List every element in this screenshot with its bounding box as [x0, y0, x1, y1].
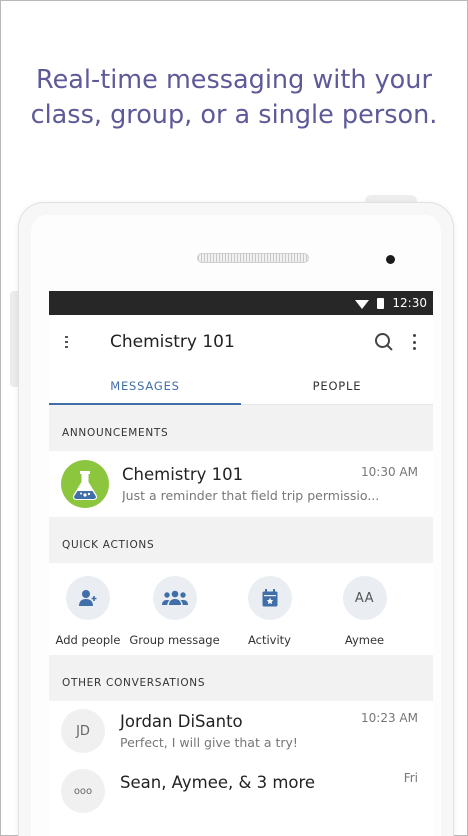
marketing-headline: Real-time messaging with your class, gro…	[1, 63, 467, 133]
conversation-name: Sean, Aymee, & 3 more	[120, 773, 316, 792]
conversation-time: 10:23 AM	[361, 711, 418, 725]
avatar-initials: ooo	[73, 785, 93, 797]
conversation-row[interactable]: JD Jordan DiSanto Perfect, I will give t…	[49, 701, 433, 761]
announcement-preview: Just a reminder that field trip permissi…	[122, 488, 380, 503]
conversation-row[interactable]: ooo Sean, Aymee, & 3 more Fri	[49, 761, 433, 821]
status-bar: 12:30	[49, 291, 433, 315]
conversation-time: Fri	[403, 771, 418, 785]
quick-action-label: Activity	[247, 633, 291, 647]
page-title: Chemistry 101	[110, 332, 235, 352]
active-tab-indicator	[49, 403, 241, 405]
add-person-icon	[66, 576, 110, 620]
menu-icon[interactable]	[65, 334, 87, 350]
conversation-text: Sean, Aymee, & 3 more	[120, 761, 315, 792]
quick-action-activity[interactable]: Activity	[222, 576, 317, 655]
tab-bar: MESSAGES PEOPLE	[49, 369, 433, 405]
avatar: ooo	[61, 769, 105, 813]
quick-action-contact-aymee[interactable]: AA Aymee	[317, 576, 412, 655]
tab-people[interactable]: PEOPLE	[241, 369, 433, 404]
quick-actions-header: QUICK ACTIONS	[49, 517, 433, 563]
conversation-text: Jordan DiSanto Perfect, I will give that…	[120, 712, 298, 750]
quick-action-add-people[interactable]: Add people	[49, 576, 127, 655]
announcement-time: 10:30 AM	[361, 465, 418, 479]
phone-camera	[386, 255, 395, 264]
search-icon[interactable]	[373, 331, 395, 353]
battery-icon	[377, 297, 385, 309]
calendar-icon	[247, 576, 292, 620]
app-toolbar: Chemistry 101	[49, 315, 433, 369]
conversation-name: Jordan DiSanto	[120, 712, 243, 731]
tab-messages[interactable]: MESSAGES	[49, 369, 241, 404]
status-time: 12:30	[392, 296, 427, 310]
announcements-header: ANNOUNCEMENTS	[49, 405, 433, 451]
headline-line-1: Real-time messaging with your	[36, 65, 432, 95]
quick-actions-row: Add people Group message Activity AA Aym…	[49, 563, 433, 655]
announcement-item[interactable]: Chemistry 101 Just a reminder that field…	[49, 451, 433, 517]
avatar-initials: JD	[76, 723, 90, 739]
avatar: AA	[342, 576, 387, 620]
more-options-icon[interactable]	[409, 333, 419, 351]
quick-action-label: Group message	[129, 633, 220, 647]
headline-line-2: class, group, or a single person.	[30, 100, 438, 130]
quick-action-label: Aymee	[344, 633, 385, 647]
avatar: JD	[61, 709, 105, 753]
quick-action-label: Add people	[55, 633, 121, 647]
avatar-initials: AA	[354, 590, 375, 606]
group-icon	[152, 576, 197, 620]
app-screen: 12:30 Chemistry 101 MESSAGES PEOPLE ANNO…	[49, 291, 433, 836]
quick-action-group-message[interactable]: Group message	[127, 576, 222, 655]
flask-icon	[61, 460, 109, 508]
wifi-icon	[355, 299, 370, 309]
other-conversations-header: OTHER CONVERSATIONS	[49, 655, 433, 701]
conversation-preview: Perfect, I will give that a try!	[120, 735, 298, 750]
phone-speaker	[197, 253, 309, 263]
